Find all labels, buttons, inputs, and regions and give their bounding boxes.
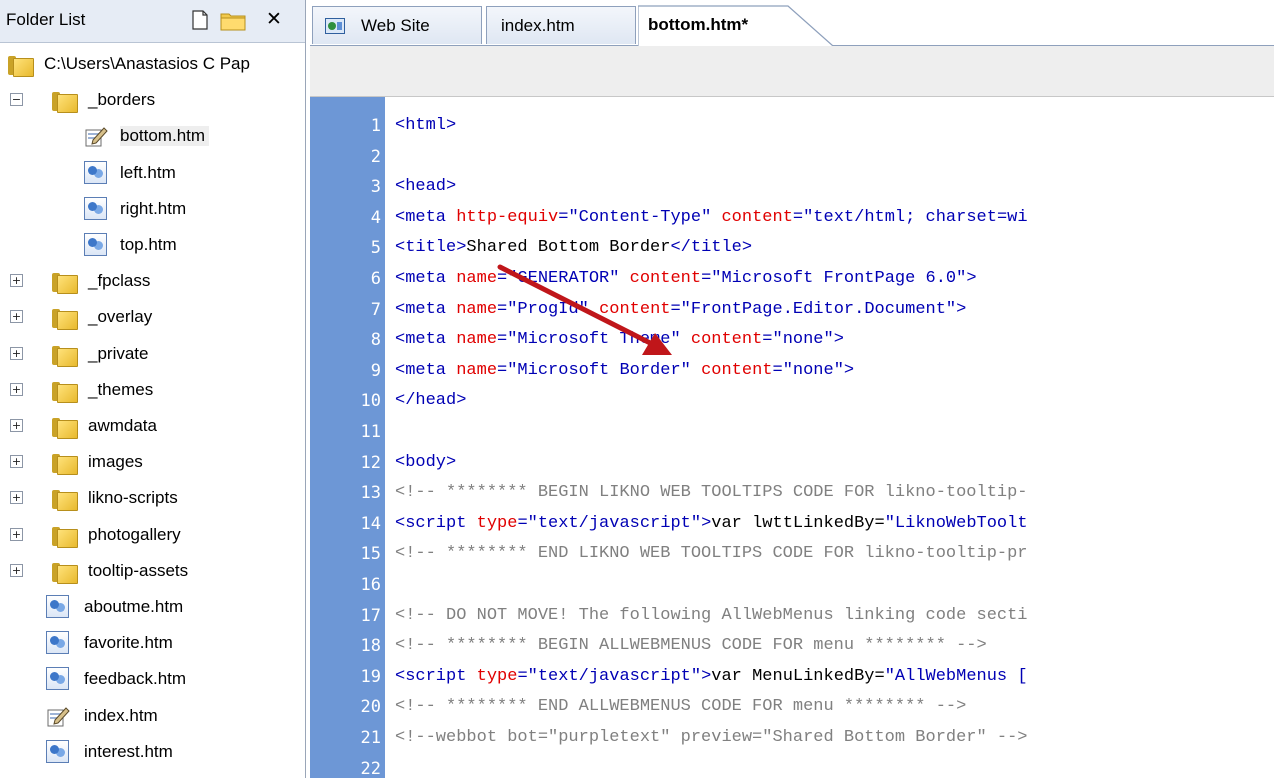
new-page-icon[interactable] bbox=[192, 10, 208, 30]
folder-list-panel: Folder List ✕ C:\Users\Anastasios C Pap −… bbox=[0, 0, 306, 778]
file-item-bottom-htm[interactable]: bottom.htm bbox=[0, 119, 305, 155]
tab-index-htm[interactable]: index.htm bbox=[486, 6, 636, 44]
expand-icon[interactable]: + bbox=[10, 491, 23, 505]
expand-icon[interactable]: + bbox=[10, 419, 23, 432]
tree-item-label: _private bbox=[88, 343, 149, 363]
folder-icon bbox=[52, 379, 78, 403]
folder-icon bbox=[52, 451, 78, 476]
web-page-icon bbox=[84, 196, 107, 220]
tree-item-label: aboutme.htm bbox=[84, 597, 184, 616]
tab-web-site-label: Web Site bbox=[361, 16, 430, 35]
folder-item-private[interactable]: + _private bbox=[0, 337, 305, 373]
tree-item-label: images bbox=[88, 452, 143, 472]
expand-icon[interactable]: + bbox=[10, 563, 23, 577]
web-page-icon bbox=[46, 739, 69, 763]
web-page-icon bbox=[46, 595, 69, 618]
annotation-arrow bbox=[497, 264, 672, 355]
new-folder-icon[interactable] bbox=[220, 11, 246, 31]
folder-item-borders[interactable]: − _borders bbox=[0, 83, 305, 119]
folder-icon bbox=[52, 89, 78, 114]
folder-item-themes[interactable]: + _themes bbox=[0, 373, 305, 409]
expand-icon[interactable]: + bbox=[10, 382, 23, 396]
tree-item-label: _borders bbox=[88, 90, 156, 110]
tab-bottom-htm[interactable]: bottom.htm* bbox=[638, 4, 838, 46]
folder-icon bbox=[8, 53, 34, 77]
expand-icon[interactable]: + bbox=[10, 274, 23, 288]
tab-index-htm-label: index.htm bbox=[501, 16, 575, 35]
folder-icon bbox=[52, 343, 78, 367]
web-page-icon bbox=[84, 160, 107, 184]
file-item-feedback-htm[interactable]: feedback.htm bbox=[0, 662, 305, 698]
tree-item-label: photogallery bbox=[88, 524, 181, 544]
folder-item-photogallery[interactable]: + photogallery bbox=[0, 518, 305, 554]
tab-bottom-htm-label: bottom.htm* bbox=[648, 15, 749, 34]
collapse-icon[interactable]: − bbox=[10, 93, 23, 107]
tree-item-label: _overlay bbox=[88, 307, 153, 327]
expand-icon[interactable]: + bbox=[10, 310, 23, 324]
file-item-index-htm[interactable]: index.htm bbox=[0, 699, 305, 735]
folder-item-tooltip-assets[interactable]: + tooltip-assets bbox=[0, 554, 305, 590]
web-site-icon bbox=[325, 18, 345, 39]
file-item-top-htm[interactable]: top.htm bbox=[0, 228, 305, 264]
folder-icon bbox=[52, 560, 78, 584]
tree-item-label: _themes bbox=[88, 379, 154, 399]
tree-item-label: favorite.htm bbox=[84, 633, 173, 653]
tree-item-label: tooltip-assets bbox=[88, 560, 189, 580]
web-page-icon bbox=[46, 631, 69, 655]
tree-item-label: C:\Users\Anastasios C Pap bbox=[44, 54, 250, 73]
folder-item-fpclass[interactable]: + _fpclass bbox=[0, 264, 305, 300]
folder-icon bbox=[52, 487, 78, 512]
file-item-interest-htm[interactable]: interest.htm bbox=[0, 735, 305, 771]
expand-icon[interactable]: + bbox=[10, 346, 23, 360]
web-page-icon bbox=[84, 233, 107, 256]
tree-item-label: index.htm bbox=[84, 705, 158, 725]
close-panel-button[interactable]: ✕ bbox=[266, 8, 282, 31]
web-page-icon bbox=[46, 667, 69, 691]
editor-toolbar-strip bbox=[310, 46, 1274, 97]
tab-web-site[interactable]: Web Site bbox=[312, 6, 482, 44]
tree-item-label: interest.htm bbox=[84, 741, 173, 761]
folder-icon bbox=[52, 524, 78, 548]
tree-item-label: awmdata bbox=[88, 416, 157, 435]
folder-item-awmdata[interactable]: + awmdata bbox=[0, 409, 305, 445]
folder-icon bbox=[52, 415, 78, 439]
code-editor[interactable]: 1 2 3 4 5 6 7 8 9 10 11 12 13 14 15 16 17 18 19 20 21 22 <htm… bbox=[310, 97, 1274, 778]
file-item-aboutme-htm[interactable]: aboutme.htm bbox=[0, 590, 305, 626]
folder-item-likno-scripts[interactable]: + likno-scripts bbox=[0, 481, 305, 517]
file-item-right-htm[interactable]: right.htm bbox=[0, 192, 305, 228]
folder-item-overlay[interactable]: + _overlay bbox=[0, 300, 305, 336]
file-item-left-htm[interactable]: left.htm bbox=[0, 156, 305, 192]
folder-icon bbox=[52, 270, 78, 295]
file-item-favorite-htm[interactable]: favorite.htm bbox=[0, 626, 305, 662]
folder-list-header: Folder List ✕ bbox=[0, 0, 305, 43]
tree-item-label: likno-scripts bbox=[88, 488, 178, 508]
expand-icon[interactable]: + bbox=[10, 527, 23, 541]
expand-icon[interactable]: + bbox=[10, 455, 23, 469]
folder-item-c-users-anastasios-c-pap[interactable]: C:\Users\Anastasios C Pap bbox=[0, 47, 305, 83]
folder-icon bbox=[52, 306, 78, 331]
home-page-icon bbox=[46, 704, 70, 728]
folder-item-images[interactable]: + images bbox=[0, 445, 305, 481]
tree-item-label: _fpclass bbox=[88, 271, 151, 291]
tree-item-label: left.htm bbox=[120, 162, 176, 182]
tree-item-label: feedback.htm bbox=[84, 669, 187, 689]
folder-list-title: Folder List bbox=[6, 10, 86, 29]
tree-item-label: top.htm bbox=[120, 235, 177, 254]
tree-item-label: right.htm bbox=[120, 198, 187, 218]
tree-item-label: bottom.htm bbox=[120, 126, 210, 147]
document-tab-strip: Web Site index.htm bottom.htm* bbox=[310, 0, 1274, 46]
page-edit-icon bbox=[84, 124, 108, 148]
